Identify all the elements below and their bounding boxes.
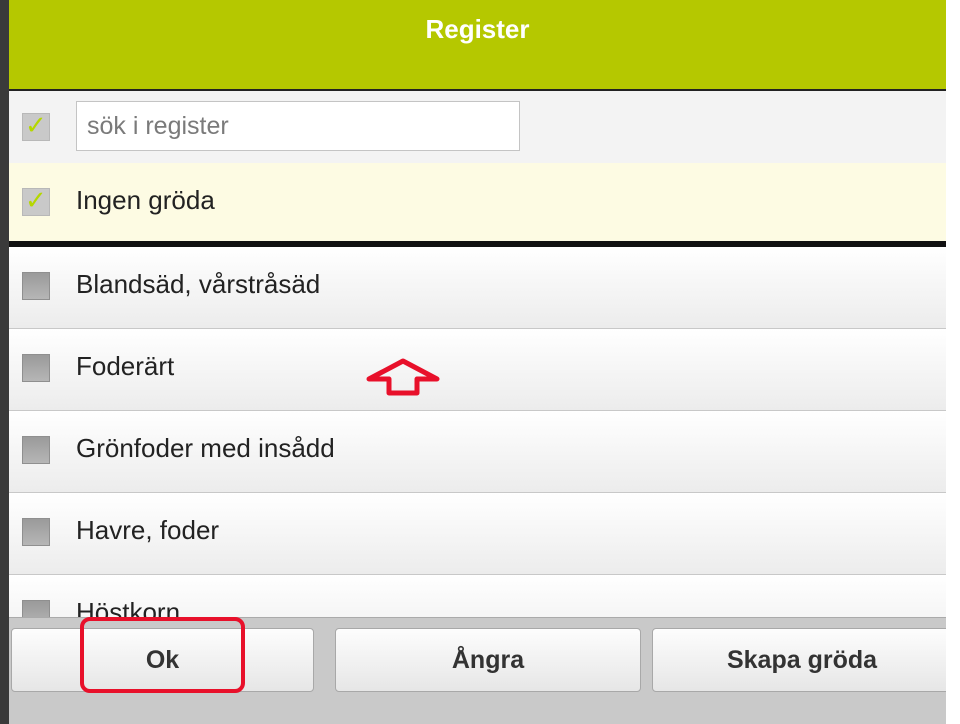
left-edge xyxy=(0,0,9,724)
list-item[interactable]: Foderärt xyxy=(9,329,946,411)
list-item-label: Ingen gröda xyxy=(76,185,215,215)
list-item-label: Blandsäd, vårstråsäd xyxy=(76,269,321,299)
item-checkbox[interactable] xyxy=(22,272,50,300)
list-item-selected[interactable]: ✓ Ingen gröda xyxy=(9,163,946,247)
undo-button[interactable]: Ångra xyxy=(335,628,641,692)
list-item[interactable]: Grönfoder med insådd xyxy=(9,411,946,493)
list-item-label: Höstkorn xyxy=(76,597,181,617)
list-item[interactable]: Havre, foder xyxy=(9,493,946,575)
list-item[interactable]: Höstkorn xyxy=(9,575,946,617)
item-checkbox[interactable] xyxy=(22,354,50,382)
list-item-label: Grönfoder med insådd xyxy=(76,433,335,463)
list-item-label: Foderärt xyxy=(76,351,175,381)
selected-checkbox[interactable]: ✓ xyxy=(22,185,50,216)
select-all-checkbox[interactable]: ✓ xyxy=(22,110,50,141)
search-row: ✓ xyxy=(9,91,946,164)
right-margin xyxy=(946,0,960,724)
item-checkbox[interactable] xyxy=(22,436,50,464)
item-checkbox[interactable] xyxy=(22,600,50,617)
create-crop-button[interactable]: Skapa gröda xyxy=(652,628,952,692)
ok-highlight-annotation xyxy=(80,617,245,693)
checkmark-icon: ✓ xyxy=(25,185,47,215)
register-dialog: Register ✓ ✓ Ingen gröda Blandsäd, vårst… xyxy=(0,0,960,724)
crop-list[interactable]: Blandsäd, vårstråsäd Foderärt Grönfoder … xyxy=(9,247,946,617)
search-input[interactable] xyxy=(76,101,520,151)
up-arrow-icon xyxy=(365,357,441,402)
list-item[interactable]: Blandsäd, vårstråsäd xyxy=(9,247,946,329)
dialog-title: Register xyxy=(425,14,530,44)
dialog-header: Register xyxy=(9,0,946,91)
list-item-label: Havre, foder xyxy=(76,515,220,545)
checkmark-icon: ✓ xyxy=(25,110,47,140)
item-checkbox[interactable] xyxy=(22,518,50,546)
